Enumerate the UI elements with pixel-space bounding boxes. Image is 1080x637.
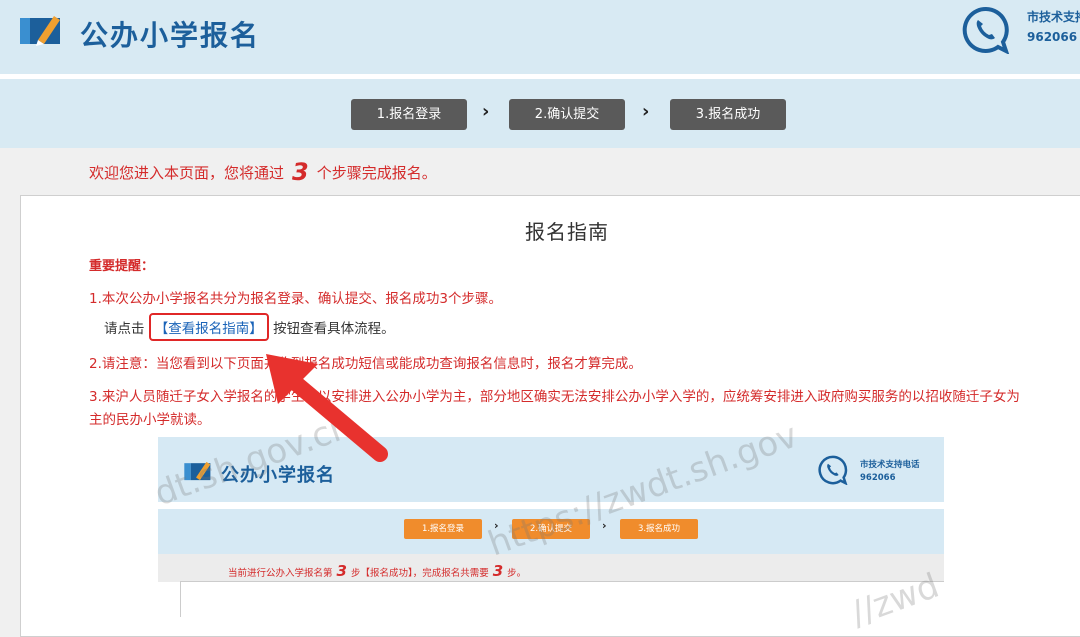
link-prefix: 请点击 (104, 321, 145, 337)
guide-title: 报名指南 (525, 220, 609, 244)
logo-icon (20, 16, 60, 46)
preview-steps-bar: 1.报名登录 › 2.确认提交 › 3.报名成功 (158, 509, 944, 554)
preview-step-login: 1.报名登录 (404, 519, 482, 539)
guide-item-1: 1.本次公办小学报名共分为报名登录、确认提交、报名成功3个步骤。 (89, 291, 502, 307)
guide-item-1-link-line: 请点击 【查看报名指南】 按钮查看具体流程。 (104, 313, 395, 341)
site-header: 公办小学报名 市技术支持 962066 (0, 0, 1080, 74)
preview-content-box (180, 581, 944, 617)
annotation-arrow-icon (266, 354, 388, 462)
view-guide-link[interactable]: 【查看报名指南】 (148, 313, 269, 341)
preview-phone-icon (818, 455, 848, 485)
preview-progress-text: 当前进行公办入学报名第 3 步【报名成功】，完成报名共需要 3 步。 (228, 562, 526, 580)
step-confirm: 2.确认提交 (509, 99, 625, 130)
preview-step-confirm: 2.确认提交 (512, 519, 590, 539)
preview-progress-prefix: 当前进行公办入学报名第 (228, 568, 333, 579)
site-title: 公办小学报名 (80, 19, 261, 52)
welcome-suffix: 个步骤完成报名。 (316, 164, 437, 182)
preview-support-label: 市技术支持电话 (860, 460, 920, 470)
success-page-preview: 公办小学报名 市技术支持电话 962066 1.报名登录 › 2.确认提交 › … (158, 437, 944, 617)
step-count: 3 (292, 158, 309, 186)
preview-progress-total: 3 (492, 562, 504, 580)
preview-step-arrow-2: › (602, 519, 607, 532)
support-number: 962066 (1027, 30, 1078, 44)
preview-logo-icon (184, 461, 211, 481)
preview-progress-step: 3 (336, 562, 347, 580)
welcome-message: 欢迎您进入本页面，您将通过 3 个步骤完成报名。 (89, 158, 437, 186)
step-success: 3.报名成功 (670, 99, 786, 130)
support-label: 市技术支持 (1027, 10, 1080, 24)
preview-step-success: 3.报名成功 (620, 519, 698, 539)
steps-bar: 1.报名登录 › 2.确认提交 › 3.报名成功 (0, 79, 1080, 148)
important-heading: 重要提醒： (89, 259, 155, 274)
preview-step-arrow-1: › (494, 519, 499, 532)
step-arrow-1: › (482, 101, 490, 122)
guide-item-3-cont: 主的民办小学就读。 (89, 412, 211, 428)
preview-progress-suffix: 步。 (507, 568, 527, 579)
phone-icon (962, 6, 1010, 54)
step-login: 1.报名登录 (351, 99, 467, 130)
guide-item-3: 3.来沪人员随迁子女入学报名的学生，以安排进入公办小学为主，部分地区确实无法安排… (89, 389, 1020, 405)
step-arrow-2: › (642, 101, 650, 122)
preview-title: 公办小学报名 (221, 465, 335, 486)
link-suffix: 按钮查看具体流程。 (273, 321, 395, 337)
preview-progress-mid: 步【报名成功】，完成报名共需要 (350, 568, 489, 579)
welcome-prefix: 欢迎您进入本页面，您将通过 (89, 164, 285, 182)
preview-support-number: 962066 (860, 473, 896, 483)
